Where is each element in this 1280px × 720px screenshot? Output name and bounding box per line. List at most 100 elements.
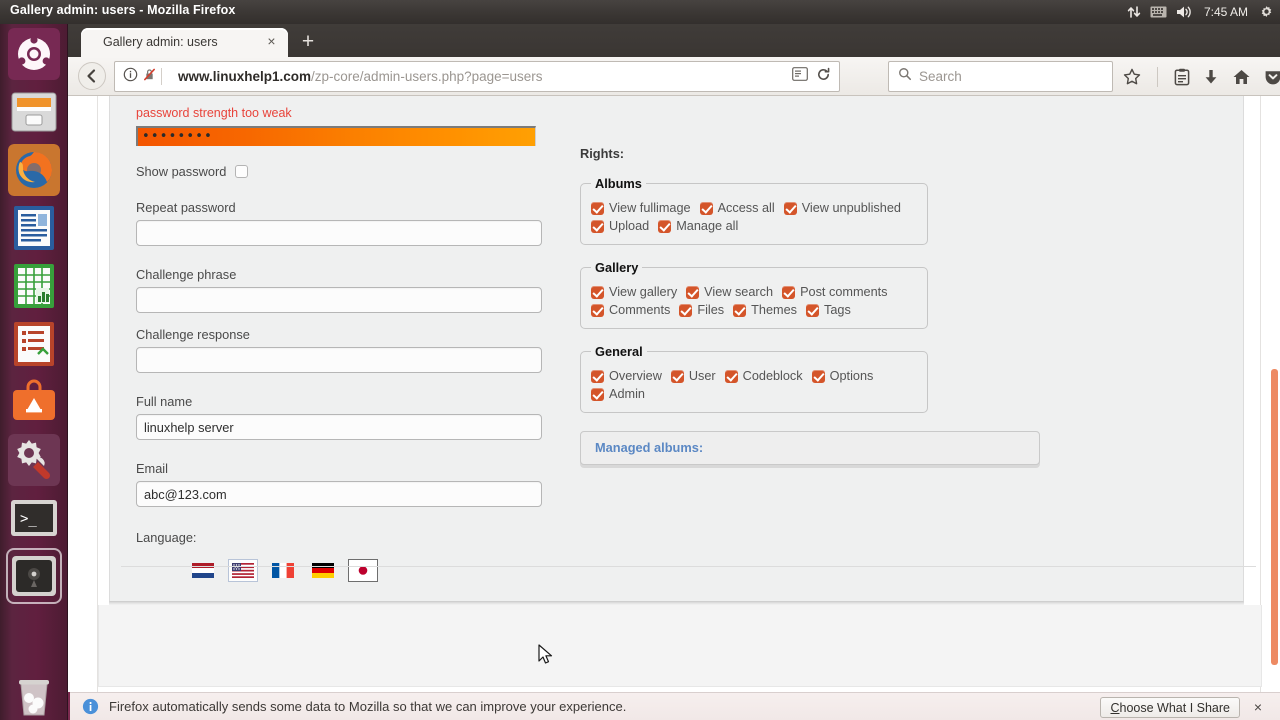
pocket-icon[interactable] xyxy=(1264,68,1280,86)
bookmark-star-icon[interactable] xyxy=(1123,68,1141,86)
language-flag-list xyxy=(188,559,576,582)
url-bar[interactable]: www.linuxhelp1.com/zp-core/admin-users.p… xyxy=(114,61,840,92)
mouse-cursor xyxy=(538,644,554,671)
rights-group-albums: Albums View fullimage Access all View un… xyxy=(580,176,928,245)
checkbox-box[interactable] xyxy=(591,219,604,233)
back-button[interactable] xyxy=(78,62,106,90)
flag-usa[interactable] xyxy=(228,559,258,582)
close-icon[interactable]: × xyxy=(1249,698,1267,716)
checkbox-tags[interactable]: Tags xyxy=(805,303,851,317)
show-password-checkbox[interactable] xyxy=(235,165,249,178)
checkbox-admin[interactable]: Admin xyxy=(591,387,645,401)
checkbox-box[interactable] xyxy=(782,285,796,299)
challenge-phrase-input[interactable] xyxy=(136,287,542,313)
checkbox-box[interactable] xyxy=(658,219,672,233)
checkbox-box[interactable] xyxy=(591,201,604,215)
checkbox-box[interactable] xyxy=(670,369,684,383)
reader-mode-icon[interactable] xyxy=(792,67,808,86)
checkbox-codeblock[interactable]: Codeblock xyxy=(724,369,803,383)
files-icon[interactable] xyxy=(8,86,60,138)
checkbox-manage-all[interactable]: Manage all xyxy=(658,219,738,233)
checkbox-view-gallery[interactable]: View gallery xyxy=(591,285,677,299)
checkbox-box[interactable] xyxy=(733,303,747,317)
checkbox-files[interactable]: Files xyxy=(679,303,724,317)
flag-japan[interactable] xyxy=(348,559,378,582)
firefox-icon[interactable] xyxy=(8,144,60,196)
password-masked-value: •••••••• xyxy=(142,129,213,144)
search-bar[interactable]: Search xyxy=(888,61,1113,92)
checkbox-post-comments[interactable]: Post comments xyxy=(782,285,888,299)
ubuntu-dash-icon[interactable] xyxy=(8,28,60,80)
password-input[interactable]: •••••••• xyxy=(136,126,536,146)
libreoffice-impress-icon[interactable] xyxy=(8,318,60,370)
checkbox-box[interactable] xyxy=(783,201,797,215)
checkbox-access-all[interactable]: Access all xyxy=(699,201,775,215)
group-legend-albums: Albums xyxy=(595,176,642,191)
checkbox-box[interactable] xyxy=(811,369,825,383)
challenge-response-input[interactable] xyxy=(136,347,542,373)
checkbox-view-search[interactable]: View search xyxy=(686,285,773,299)
toolbar-icons xyxy=(1123,61,1280,92)
checkbox-box[interactable] xyxy=(591,303,604,317)
notification-bar: Firefox automatically sends some data to… xyxy=(68,692,1280,720)
search-placeholder: Search xyxy=(919,69,962,84)
checkbox-comments[interactable]: Comments xyxy=(591,303,670,317)
libreoffice-calc-icon[interactable] xyxy=(8,260,60,312)
downloads-icon[interactable] xyxy=(1203,68,1219,86)
software-center-icon[interactable] xyxy=(8,376,60,428)
checkbox-label: Tags xyxy=(823,303,851,317)
checkbox-overview[interactable]: Overview xyxy=(591,369,662,383)
checkbox-label: Access all xyxy=(717,201,775,215)
identity-box[interactable] xyxy=(115,67,169,87)
clock[interactable]: 7:45 AM xyxy=(1202,5,1250,19)
button-accesskey: C xyxy=(1110,700,1120,715)
checkbox-box[interactable] xyxy=(699,201,713,215)
gear-icon[interactable] xyxy=(1259,5,1274,20)
toolbar-separator xyxy=(1157,66,1158,87)
checkbox-options[interactable]: Options xyxy=(811,369,873,383)
checkbox-user[interactable]: User xyxy=(670,369,716,383)
flag-germany[interactable] xyxy=(308,559,338,582)
close-icon[interactable]: × xyxy=(263,33,280,50)
tab-gallery-admin-users[interactable]: Gallery admin: users × xyxy=(81,28,288,57)
keyboard-icon[interactable] xyxy=(1150,6,1167,18)
language-label: Language: xyxy=(136,530,197,545)
network-updown-icon[interactable] xyxy=(1127,5,1141,19)
info-icon[interactable] xyxy=(123,67,138,87)
managed-albums-panel[interactable]: Managed albums: xyxy=(580,431,1040,465)
flag-netherlands[interactable] xyxy=(188,559,218,582)
checkbox-box[interactable] xyxy=(591,387,604,401)
repeat-password-input[interactable] xyxy=(136,220,542,246)
checkbox-view-fullimage[interactable]: View fullimage xyxy=(591,201,691,215)
checkbox-themes[interactable]: Themes xyxy=(733,303,797,317)
checkbox-box[interactable] xyxy=(686,285,700,299)
checkbox-box[interactable] xyxy=(724,369,738,383)
checkbox-box[interactable] xyxy=(591,285,604,299)
checkbox-view-unpublished[interactable]: View unpublished xyxy=(783,201,901,215)
email-input[interactable] xyxy=(136,481,542,507)
page-lower-area xyxy=(98,605,1262,687)
tab-strip: Gallery admin: users × + xyxy=(68,24,1280,57)
password-strength-warning: password strength too weak xyxy=(136,106,292,120)
checkbox-box[interactable] xyxy=(591,369,604,383)
checkbox-box[interactable] xyxy=(805,303,819,317)
volume-icon[interactable] xyxy=(1176,5,1193,19)
challenge-phrase-label: Challenge phrase xyxy=(136,267,237,282)
choose-what-i-share-button[interactable]: Choose What I Share xyxy=(1100,697,1240,718)
system-settings-icon[interactable] xyxy=(8,434,60,486)
reload-icon[interactable] xyxy=(816,67,831,87)
reading-list-icon[interactable] xyxy=(1174,68,1190,86)
full-name-input[interactable] xyxy=(136,414,542,440)
checkbox-label: Codeblock xyxy=(742,369,803,383)
notification-left-accent xyxy=(68,692,70,720)
checkbox-box[interactable] xyxy=(679,303,693,317)
terminal-icon[interactable]: >_ xyxy=(8,492,60,544)
insecure-lock-icon[interactable] xyxy=(142,67,157,87)
trash-icon[interactable] xyxy=(8,670,60,720)
checkbox-upload[interactable]: Upload xyxy=(591,219,649,233)
safe-icon[interactable] xyxy=(8,550,60,602)
libreoffice-writer-icon[interactable] xyxy=(8,202,60,254)
flag-france[interactable] xyxy=(268,559,298,582)
new-tab-button[interactable]: + xyxy=(296,30,320,54)
home-icon[interactable] xyxy=(1232,68,1251,86)
